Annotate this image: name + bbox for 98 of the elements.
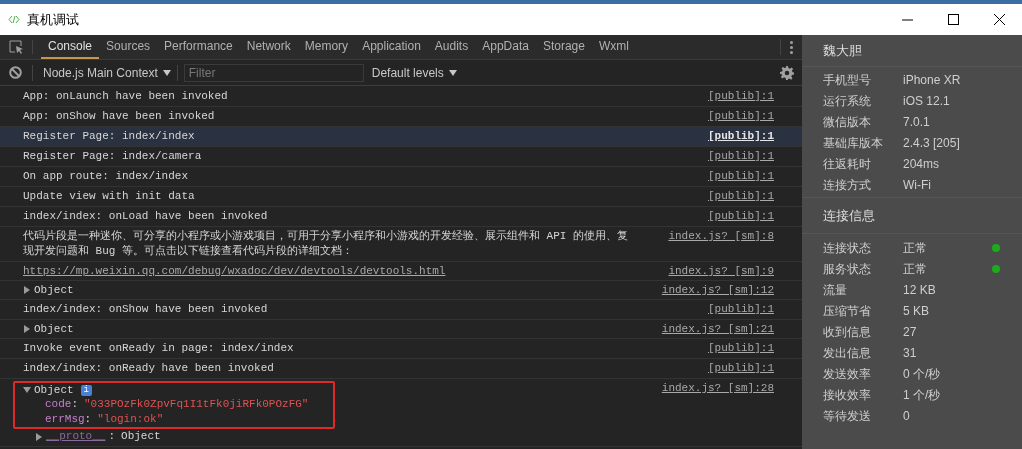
devtools-tab[interactable]: Wxml [591, 35, 636, 59]
devtools-tab[interactable]: Application [355, 35, 428, 59]
info-value: 12 KB [903, 281, 937, 299]
info-label: 流量 [823, 281, 848, 299]
devtools-tab[interactable]: Storage [535, 35, 592, 59]
info-value: 0 个/秒 [903, 365, 942, 383]
info-value: 1 个/秒 [903, 386, 942, 404]
info-label: 往返耗时 [823, 155, 872, 173]
caret-icon [448, 68, 457, 77]
info-value: 0 [903, 407, 911, 425]
log-message: index/index: onReady have been invoked [23, 361, 274, 376]
levels-dropdown[interactable]: Default levels [371, 63, 457, 82]
devtools-tab[interactable]: Sources [99, 35, 158, 59]
info-label: 等待发送 [823, 407, 872, 425]
object-label: Object [34, 383, 74, 397]
info-value: 2.4.3 [205] [903, 134, 961, 152]
code-icon [8, 15, 20, 24]
log-message: index/index: onLoad have been invoked [23, 209, 268, 224]
property-key: __proto__ [46, 429, 106, 444]
collapse-triangle-icon[interactable] [23, 386, 31, 394]
info-value: 5 KB [903, 302, 930, 320]
window-title: 真机调试 [27, 10, 79, 29]
info-label: 发出信息 [823, 344, 872, 362]
info-badge: i [80, 384, 92, 396]
source-link[interactable]: index.js? [sm]:9 [668, 264, 774, 278]
more-icon[interactable] [790, 40, 793, 54]
info-label: 连接状态 [823, 239, 872, 257]
devtools-tab[interactable]: AppData [475, 35, 536, 59]
info-label: 运行系统 [823, 92, 872, 110]
panel-title: 魏大胆 [802, 35, 1022, 67]
log-message: Invoke event onReady in page: index/index [23, 341, 294, 356]
filter-field[interactable]: Filter [183, 63, 364, 82]
source-link[interactable]: index.js? [sm]:21 [661, 322, 774, 336]
source-link[interactable]: [publib]:1 [708, 341, 774, 355]
info-label: 服务状态 [823, 260, 872, 278]
log-message: App: onShow have been invoked [23, 109, 215, 124]
context-dropdown[interactable]: Node.js Main Context [43, 63, 171, 82]
maximize-icon [947, 14, 959, 25]
property-value: "login:ok" [97, 413, 164, 425]
info-label: 接收效率 [823, 386, 872, 404]
source-link[interactable]: index.js? [sm]:28 [661, 381, 774, 395]
info-value: 204ms [903, 155, 941, 173]
source-link[interactable]: [publib]:1 [708, 89, 774, 103]
devtools-tab[interactable]: Performance [157, 35, 240, 59]
info-value: Wi-Fi [903, 176, 932, 194]
source-link[interactable]: [publib]:1 [708, 189, 774, 203]
log-message: Register Page: index/camera [23, 149, 202, 164]
docs-link[interactable]: https://mp.weixin.qq.com/debug/wxadoc/dev/devtools/devtools.html [23, 264, 446, 278]
source-link[interactable]: [publib]:1 [708, 361, 774, 375]
info-label: 手机型号 [823, 71, 872, 89]
property-separator: : [71, 398, 78, 410]
info-label: 基础库版本 [823, 134, 884, 152]
close-icon [993, 14, 1005, 25]
object-label: Object [34, 283, 74, 297]
devtools-tab[interactable]: Network [239, 35, 298, 59]
source-link[interactable]: [publib]:1 [708, 209, 774, 223]
info-label: 连接方式 [823, 176, 872, 194]
log-message: index/index: onShow have been invoked [23, 302, 268, 317]
section-title: 连接信息 [802, 198, 1022, 234]
devtools-tab[interactable]: Memory [297, 35, 356, 59]
settings-icon[interactable] [780, 65, 794, 80]
info-value: 正常 [903, 239, 928, 257]
source-link[interactable]: [publib]:1 [708, 149, 774, 163]
property-value: Object [121, 429, 161, 444]
info-value: 7.0.1 [903, 113, 931, 131]
expand-triangle-icon[interactable] [35, 432, 43, 441]
property-key: errMsg [45, 413, 85, 425]
source-link[interactable]: [publib]:1 [708, 109, 774, 123]
property-value: "033POzFk0ZpvFq1I1tFk0jiRFk0POzFG" [84, 398, 309, 410]
source-link[interactable]: [publib]:1 [708, 169, 774, 183]
info-label: 发送效率 [823, 365, 872, 383]
property-separator: : [108, 429, 116, 444]
log-message: Register Page: index/index [23, 129, 195, 144]
property-separator: : [84, 413, 92, 425]
source-link[interactable]: index.js? [sm]:8 [668, 229, 774, 243]
property-key: code [45, 398, 72, 410]
expand-triangle-icon[interactable] [23, 325, 31, 333]
info-value: iOS 12.1 [903, 92, 951, 110]
expand-triangle-icon[interactable] [23, 286, 31, 294]
log-message: 代码片段是一种迷你、可分享的小程序或小游戏项目，可用于分享小程序和小游戏的开发经验、展示组件和 API 的使用、复现开发问题和 Bug 等。可点击以下链接查看代码片段的详细文档： [23, 229, 629, 259]
object-label: Object [34, 322, 74, 336]
devtools-tab[interactable]: Audits [427, 35, 476, 59]
info-label: 压缩节省 [823, 302, 872, 320]
clear-icon[interactable] [9, 66, 22, 79]
log-message: Update view with init data [23, 189, 195, 204]
log-message: On app route: index/index [23, 169, 189, 184]
source-link[interactable]: index.js? [sm]:12 [661, 283, 774, 297]
inspect-icon[interactable] [8, 40, 24, 54]
info-label: 微信版本 [823, 113, 872, 131]
source-link[interactable]: [publib]:1 [708, 302, 774, 316]
info-value: 31 [903, 344, 918, 362]
caret-icon [162, 68, 171, 77]
source-link[interactable]: [publib]:1 [708, 129, 774, 143]
info-label: 收到信息 [823, 323, 872, 341]
info-value: 正常 [903, 260, 928, 278]
info-value: 27 [903, 323, 918, 341]
log-message: App: onLaunch have been invoked [23, 89, 228, 104]
info-value: iPhone XR [903, 71, 962, 89]
